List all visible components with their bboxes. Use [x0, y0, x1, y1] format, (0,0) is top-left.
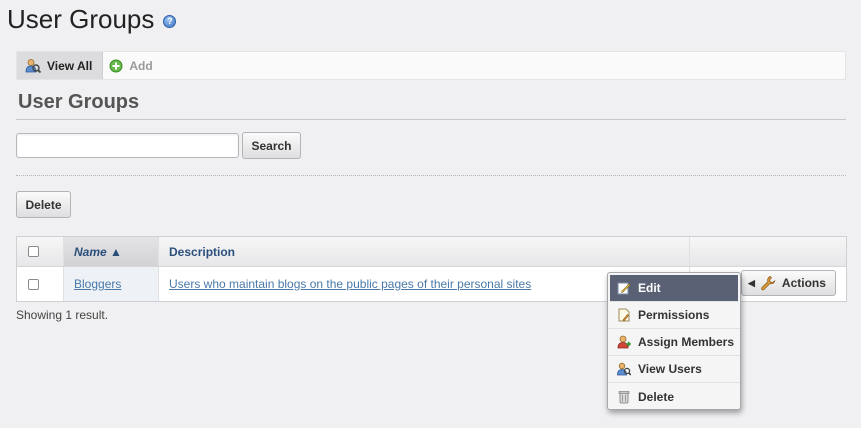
users-search-icon — [25, 58, 41, 74]
menu-item-label: View Users — [638, 362, 702, 376]
menu-item-permissions[interactable]: Permissions — [608, 302, 740, 329]
wrench-icon — [760, 275, 776, 291]
menu-item-delete[interactable]: Delete — [608, 383, 740, 410]
toolbar: View All Add — [16, 51, 846, 80]
name-column-header[interactable]: Name ▲ — [64, 237, 159, 266]
add-tab[interactable]: Add — [103, 52, 162, 79]
result-count: Showing 1 result. — [16, 308, 109, 322]
group-description-link[interactable]: Users who maintain blogs on the public p… — [169, 277, 531, 291]
menu-item-label: Delete — [638, 389, 675, 404]
help-icon[interactable]: ? — [163, 15, 177, 28]
search-button[interactable]: Search — [242, 132, 301, 159]
section-title: User Groups — [18, 91, 140, 113]
assign-members-icon — [617, 335, 631, 349]
add-label: Add — [129, 58, 153, 73]
search-input[interactable] — [16, 133, 239, 158]
table-header: Name ▲ Description — [17, 237, 846, 267]
caret-left-icon: ◀ — [748, 277, 755, 288]
view-all-label: View All — [47, 58, 93, 73]
name-cell: Bloggers — [64, 267, 159, 301]
row-checkbox[interactable] — [27, 278, 39, 290]
search-divider — [16, 175, 846, 176]
actions-label: Actions — [781, 276, 826, 290]
actions-menu: Edit Permissions Assign Members View Use… — [607, 272, 741, 410]
menu-item-label: Permissions — [638, 308, 710, 322]
description-column-header[interactable]: Description — [159, 237, 690, 266]
menu-item-view-users[interactable]: View Users — [608, 356, 740, 383]
actions-button[interactable]: ◀ Actions — [741, 270, 836, 296]
add-icon — [109, 59, 123, 73]
row-checkbox-cell — [17, 267, 64, 301]
menu-item-edit[interactable]: Edit — [610, 275, 738, 302]
section-divider — [16, 119, 846, 120]
view-users-icon — [617, 362, 631, 376]
trash-icon — [617, 390, 631, 404]
delete-selected-button[interactable]: Delete — [16, 191, 71, 218]
menu-item-label: Assign Members — [638, 335, 735, 349]
page-title-text: User Groups — [7, 4, 155, 34]
group-name-link[interactable]: Bloggers — [74, 277, 121, 291]
header-checkbox-cell — [17, 237, 64, 266]
permissions-icon — [617, 308, 631, 322]
select-all-checkbox[interactable] — [27, 246, 39, 257]
menu-item-assign-members[interactable]: Assign Members — [608, 329, 740, 356]
menu-item-label: Edit — [638, 281, 661, 295]
page-title: User Groups ? — [7, 4, 177, 35]
edit-icon — [617, 281, 631, 295]
view-all-tab[interactable]: View All — [17, 52, 104, 79]
actions-column-header — [690, 237, 846, 266]
